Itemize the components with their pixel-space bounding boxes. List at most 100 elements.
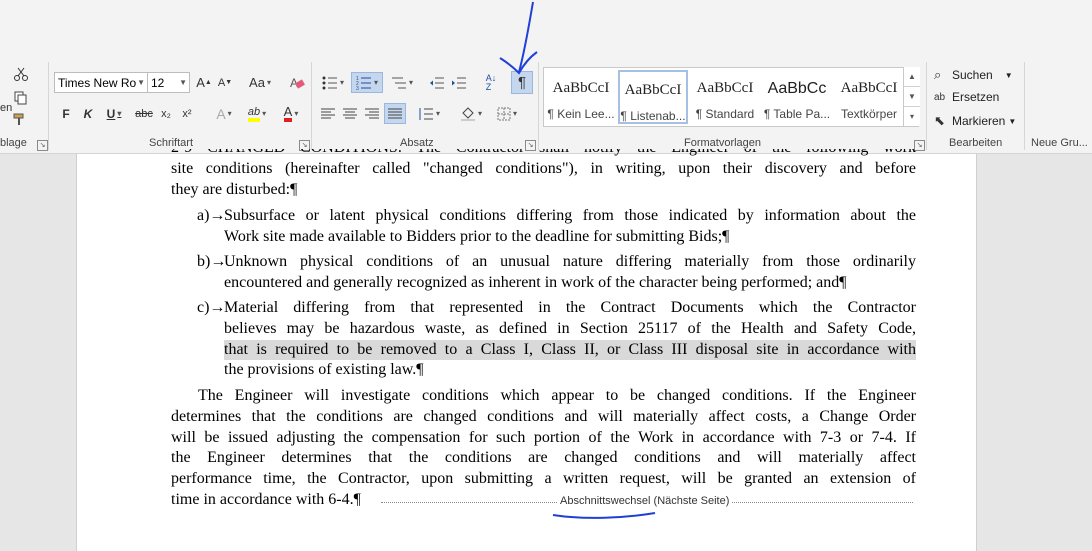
justify-button[interactable] [384, 103, 406, 124]
replace-icon: ab [934, 91, 946, 103]
text-line: performance time, the Contractor, upon s… [171, 470, 916, 488]
superscript-icon: x² [182, 107, 192, 120]
gallery-scroll: ▲ ▼ ▾ [903, 67, 920, 127]
intro-paragraph[interactable]: 2-9 CHANGED CONDITIONS. The Contractor s… [171, 138, 916, 200]
clipboard-group-label: blage [0, 137, 27, 149]
gallery-more-icon[interactable]: ▾ [904, 107, 920, 126]
select-button[interactable]: ⬉ Markieren ▼ [934, 113, 1016, 129]
underline-icon: U [106, 106, 116, 121]
underline-button[interactable]: U [100, 103, 128, 124]
grow-font-button[interactable]: A ▲ [194, 72, 214, 93]
font-size-combo[interactable]: 12 ▼ [147, 72, 190, 93]
bullets-icon [322, 76, 337, 89]
text-line: the provisions of existing law.¶ [224, 361, 424, 379]
list-item-a[interactable]: Subsurface or latent physical conditions… [224, 206, 916, 248]
shrink-font-icon: A [217, 76, 226, 89]
replace-label: Ersetzen [952, 90, 1000, 104]
shrink-font-button[interactable]: A ▼ [215, 72, 235, 93]
increase-indent-button[interactable] [449, 72, 469, 93]
font-color-button[interactable]: A [276, 103, 306, 124]
style-sample: AaBbCcI [624, 82, 682, 98]
style-kein-leerraum[interactable]: AaBbCcI ¶ Kein Lee... [546, 70, 616, 124]
text-effects-icon: A [216, 105, 226, 122]
select-label: Markieren [952, 114, 1006, 128]
style-name: Textkörper [840, 107, 898, 121]
list-item-b[interactable]: Unknown physical conditions of an unusua… [224, 252, 916, 294]
text-line: will be issued adjusting the compensatio… [171, 428, 916, 446]
align-left-button[interactable] [318, 103, 338, 124]
find-label: Suchen [952, 68, 993, 82]
numbering-button[interactable]: 123 [351, 72, 383, 93]
closing-paragraph[interactable]: The Engineer will investigate conditions… [171, 386, 916, 511]
style-sample: AaBbCcI [840, 80, 898, 96]
text-effects-button[interactable]: A [210, 103, 238, 124]
font-name-combo[interactable]: Times New Ro ▼ [54, 72, 148, 93]
style-table-paragraph[interactable]: AaBbCc ¶ Table Pa... [762, 70, 832, 124]
list-marker: c)→ [197, 299, 226, 316]
align-right-button[interactable] [362, 103, 382, 124]
chevron-down-icon: ▼ [1008, 116, 1017, 126]
style-sample: AaBbCc [767, 80, 827, 97]
paint-bucket-icon [460, 106, 475, 121]
change-case-icon: Aa [249, 75, 265, 90]
list-item-c[interactable]: Material differing from that represented… [224, 298, 916, 381]
replace-button[interactable]: ab Ersetzen [934, 90, 999, 104]
style-name: ¶ Table Pa... [763, 107, 831, 121]
gallery-up-icon[interactable]: ▲ [904, 67, 920, 87]
style-textkoerper[interactable]: AaBbCcI Textkörper [834, 70, 904, 124]
multilevel-list-button[interactable] [386, 72, 418, 93]
subscript-button[interactable]: x₂ [157, 103, 175, 124]
style-listenabsatz[interactable]: AaBbCcI ¶ Listenab... [618, 70, 688, 124]
justify-icon [388, 108, 402, 118]
shading-button[interactable] [456, 103, 486, 124]
grow-font-icon: A [196, 75, 205, 90]
svg-text:3: 3 [356, 86, 359, 90]
style-standard[interactable]: AaBbCcI ¶ Standard [690, 70, 760, 124]
align-center-icon [343, 108, 357, 118]
font-color-icon: A [283, 105, 293, 122]
separator [311, 62, 312, 150]
superscript-button[interactable]: x² [178, 103, 196, 124]
line-spacing-button[interactable] [414, 103, 444, 124]
find-button[interactable]: ⌕ Suchen ▼ [934, 67, 1013, 83]
clear-formatting-button[interactable]: A [286, 72, 308, 93]
text-line: determines that the conditions are chang… [171, 407, 916, 425]
italic-button[interactable]: K [78, 103, 98, 124]
pilcrow-icon: ¶ [517, 74, 527, 91]
list-marker: b)→ [197, 253, 227, 270]
text-line: Work site made available to Bidders prio… [224, 227, 730, 245]
clipboard-launcher-icon[interactable]: ↘ [37, 140, 48, 151]
highlight-color-button[interactable]: ab [241, 103, 273, 124]
text-line: site conditions (hereinafter called "cha… [171, 159, 916, 177]
bold-button[interactable]: F [56, 103, 76, 124]
text-line: encountered and generally recognized as … [224, 273, 847, 291]
line-spacing-icon [419, 107, 433, 120]
format-painter-icon[interactable] [10, 110, 32, 130]
separator [538, 62, 539, 150]
font-size-value: 12 [151, 75, 165, 90]
show-formatting-marks-button[interactable]: ¶ [511, 71, 533, 94]
align-center-button[interactable] [340, 103, 360, 124]
borders-button[interactable] [492, 103, 522, 124]
new-group-label: Neue Gru... [1031, 137, 1088, 149]
chevron-down-icon: ▼ [1004, 70, 1013, 80]
decrease-indent-button[interactable] [427, 72, 447, 93]
text-line: Unknown physical conditions of an unusua… [224, 253, 916, 270]
font-name-value: Times New Ro [58, 75, 137, 90]
increase-indent-icon [452, 77, 466, 88]
bullets-button[interactable] [318, 72, 348, 93]
copy-icon[interactable] [10, 88, 32, 108]
style-sample: AaBbCcI [696, 80, 754, 96]
highlighter-icon: ab [247, 106, 261, 122]
cut-icon[interactable] [10, 64, 32, 84]
text-line: they are disturbed:¶ [171, 180, 298, 198]
italic-icon: K [83, 106, 93, 121]
numbering-icon: 123 [356, 76, 371, 90]
chevron-down-icon: ▼ [137, 78, 145, 87]
text-line: the Engineer determines that the conditi… [171, 449, 916, 467]
align-left-icon [321, 108, 335, 118]
strikethrough-button[interactable]: abc [133, 103, 155, 124]
sort-button[interactable]: A↓ Z [481, 72, 501, 93]
gallery-down-icon[interactable]: ▼ [904, 87, 920, 107]
change-case-button[interactable]: Aa [244, 72, 276, 93]
